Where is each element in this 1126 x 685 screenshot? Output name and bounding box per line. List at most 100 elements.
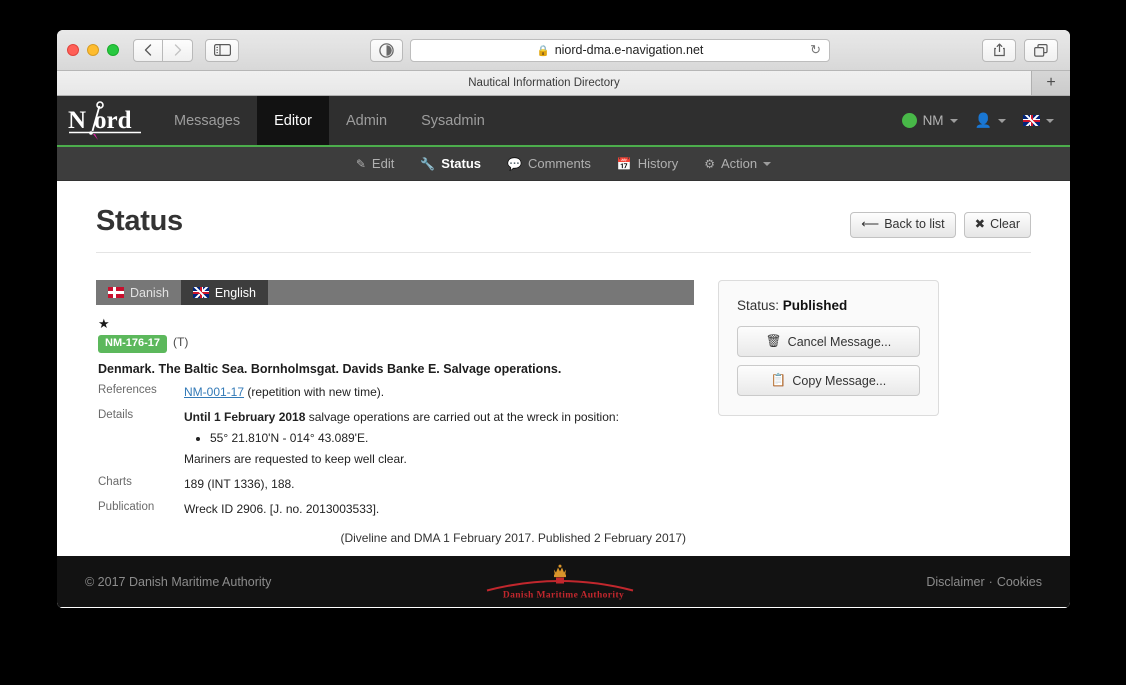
reload-icon[interactable]: ↻ <box>810 42 821 58</box>
domain-selector[interactable]: NM <box>901 113 958 128</box>
arrow-left-icon: ⟵ <box>861 217 880 231</box>
details-line: Until 1 February 2018 salvage operations… <box>184 408 692 426</box>
back-to-list-button[interactable]: ⟵ Back to list <box>850 212 956 238</box>
page-title: Status <box>96 205 183 237</box>
details-bullet-list: 55° 21.810'N - 014° 43.089'E. <box>184 429 692 447</box>
message-column: Danish English ★ NM-176-17 (T) Denmark. … <box>96 280 694 545</box>
subnav-item-history[interactable]: 📅 History <box>617 156 678 171</box>
references-row: References NM-001-17 (repetition with ne… <box>98 383 692 401</box>
cancel-message-label: Cancel Message... <box>787 334 892 349</box>
new-tab-button[interactable]: + <box>1032 71 1070 95</box>
clear-button[interactable]: ✖ Clear <box>963 212 1031 238</box>
message-id-row: NM-176-17 (T) <box>98 335 692 353</box>
window-controls <box>67 44 119 56</box>
nav-item-label: Messages <box>174 112 241 129</box>
maximize-window-button[interactable] <box>107 44 119 56</box>
url-text: niord-dma.e-navigation.net <box>554 43 704 57</box>
details-text: salvage operations are carried out at th… <box>305 409 619 424</box>
language-tab-english[interactable]: English <box>180 280 268 305</box>
privacy-report-button[interactable] <box>370 38 403 62</box>
trash-icon: 🗑 <box>765 334 782 348</box>
nav-item-editor[interactable]: Editor <box>257 96 329 145</box>
cancel-message-button[interactable]: 🗑 Cancel Message... <box>737 326 920 357</box>
share-icon <box>993 43 1005 57</box>
subnav-item-action[interactable]: ⚙ Action <box>704 156 772 171</box>
cookies-link[interactable]: Cookies <box>997 575 1042 589</box>
navigation-buttons <box>133 38 193 62</box>
header-divider <box>96 252 1031 253</box>
tabs-overview-button[interactable] <box>1024 38 1058 62</box>
publication-note: (Diveline and DMA 1 February 2017. Publi… <box>340 530 686 545</box>
subnav-item-label: Action <box>721 156 758 171</box>
publication-row: Publication Wreck ID 2906. [J. no. 20130… <box>98 500 692 518</box>
plus-icon: + <box>1046 74 1056 91</box>
chevron-down-icon <box>949 118 958 123</box>
minimize-window-button[interactable] <box>87 44 99 56</box>
danish-flag-icon <box>108 287 124 298</box>
nav-item-messages[interactable]: Messages <box>157 96 257 145</box>
nav-item-label: Sysadmin <box>421 112 485 129</box>
status-dot-icon <box>901 113 917 128</box>
status-panel-column: Status: Published 🗑 Cancel Message... 📋 … <box>718 280 939 545</box>
details-bold-date: Until 1 February 2018 <box>184 409 306 424</box>
svg-text:ord: ord <box>94 107 132 134</box>
navbar-right: NM 👤 <box>901 96 1070 145</box>
sidebar-toggle-button[interactable] <box>205 38 239 62</box>
domain-selector-label: NM <box>922 113 944 128</box>
nav-item-sysadmin[interactable]: Sysadmin <box>404 96 502 145</box>
charts-row: Charts 189 (INT 1336), 188. <box>98 475 692 493</box>
privacy-shield-icon <box>379 42 394 58</box>
back-to-list-label: Back to list <box>884 217 945 231</box>
browser-tab-title: Nautical Information Directory <box>468 77 620 89</box>
page-footer: © 2017 Danish Maritime Authority Danish … <box>57 556 1070 607</box>
forward-button[interactable] <box>163 38 193 62</box>
message-type-label: (T) <box>173 335 189 349</box>
copy-message-button[interactable]: 📋 Copy Message... <box>737 365 920 396</box>
page-action-buttons: ⟵ Back to list ✖ Clear <box>850 205 1031 238</box>
language-menu[interactable] <box>1023 115 1054 126</box>
back-button[interactable] <box>133 38 163 62</box>
language-tab-danish[interactable]: Danish <box>96 280 181 305</box>
dma-logo: Danish Maritime Authority <box>479 563 649 600</box>
niord-logo[interactable]: N ord <box>57 96 157 145</box>
close-window-button[interactable] <box>67 44 79 56</box>
charts-label: Charts <box>98 475 132 488</box>
address-bar[interactable]: 🔒 niord-dma.e-navigation.net ↻ <box>410 38 830 62</box>
navbar-items: Messages Editor Admin Sysadmin <box>157 96 502 145</box>
clear-label: Clear <box>990 217 1020 231</box>
message-detail: ★ NM-176-17 (T) Denmark. The Baltic Sea.… <box>96 305 694 545</box>
niord-logo-icon: N ord <box>68 100 141 140</box>
user-menu[interactable]: 👤 <box>975 112 1006 129</box>
browser-tab-strip: Nautical Information Directory + <box>57 71 1070 96</box>
subnav-item-status[interactable]: 🔧 Status <box>420 156 481 171</box>
uk-flag-icon <box>1023 115 1040 126</box>
subnav-item-comments[interactable]: 💬 Comments <box>507 156 591 171</box>
footer-separator: · <box>988 574 993 589</box>
subnav-item-label: Edit <box>371 156 395 171</box>
svg-text:N: N <box>68 107 86 134</box>
details-row: Details Until 1 February 2018 salvage op… <box>98 408 692 468</box>
copy-icon: 📋 <box>770 373 787 387</box>
uk-flag-icon <box>192 287 209 298</box>
disclaimer-link[interactable]: Disclaimer <box>926 575 984 589</box>
subnav-item-edit[interactable]: ✎ Edit <box>356 156 394 171</box>
language-tab-label: Danish <box>130 285 169 300</box>
status-panel: Status: Published 🗑 Cancel Message... 📋 … <box>718 280 939 416</box>
browser-toolbar: 🔒 niord-dma.e-navigation.net ↻ <box>57 30 1070 71</box>
share-button[interactable] <box>982 38 1016 62</box>
subnav-item-label: Status <box>441 156 482 171</box>
publication-label: Publication <box>98 500 155 513</box>
person-icon: 👤 <box>974 112 992 128</box>
footer-links: Disclaimer · Cookies <box>926 575 1042 589</box>
tabs-overview-icon <box>1034 43 1048 57</box>
reference-link[interactable]: NM-001-17 <box>184 385 244 399</box>
copy-message-label: Copy Message... <box>792 373 887 388</box>
status-label: Status: <box>737 298 780 313</box>
browser-window: 🔒 niord-dma.e-navigation.net ↻ Nautical … <box>57 30 1070 608</box>
nav-item-admin[interactable]: Admin <box>329 96 404 145</box>
message-id-badge[interactable]: NM-176-17 <box>98 335 168 353</box>
publication-value: Wreck ID 2906. [J. no. 2013003533]. <box>184 501 380 516</box>
gear-icon: ⚙ <box>704 156 715 171</box>
browser-tab[interactable]: Nautical Information Directory <box>57 71 1032 95</box>
chevron-down-icon <box>1046 118 1054 123</box>
